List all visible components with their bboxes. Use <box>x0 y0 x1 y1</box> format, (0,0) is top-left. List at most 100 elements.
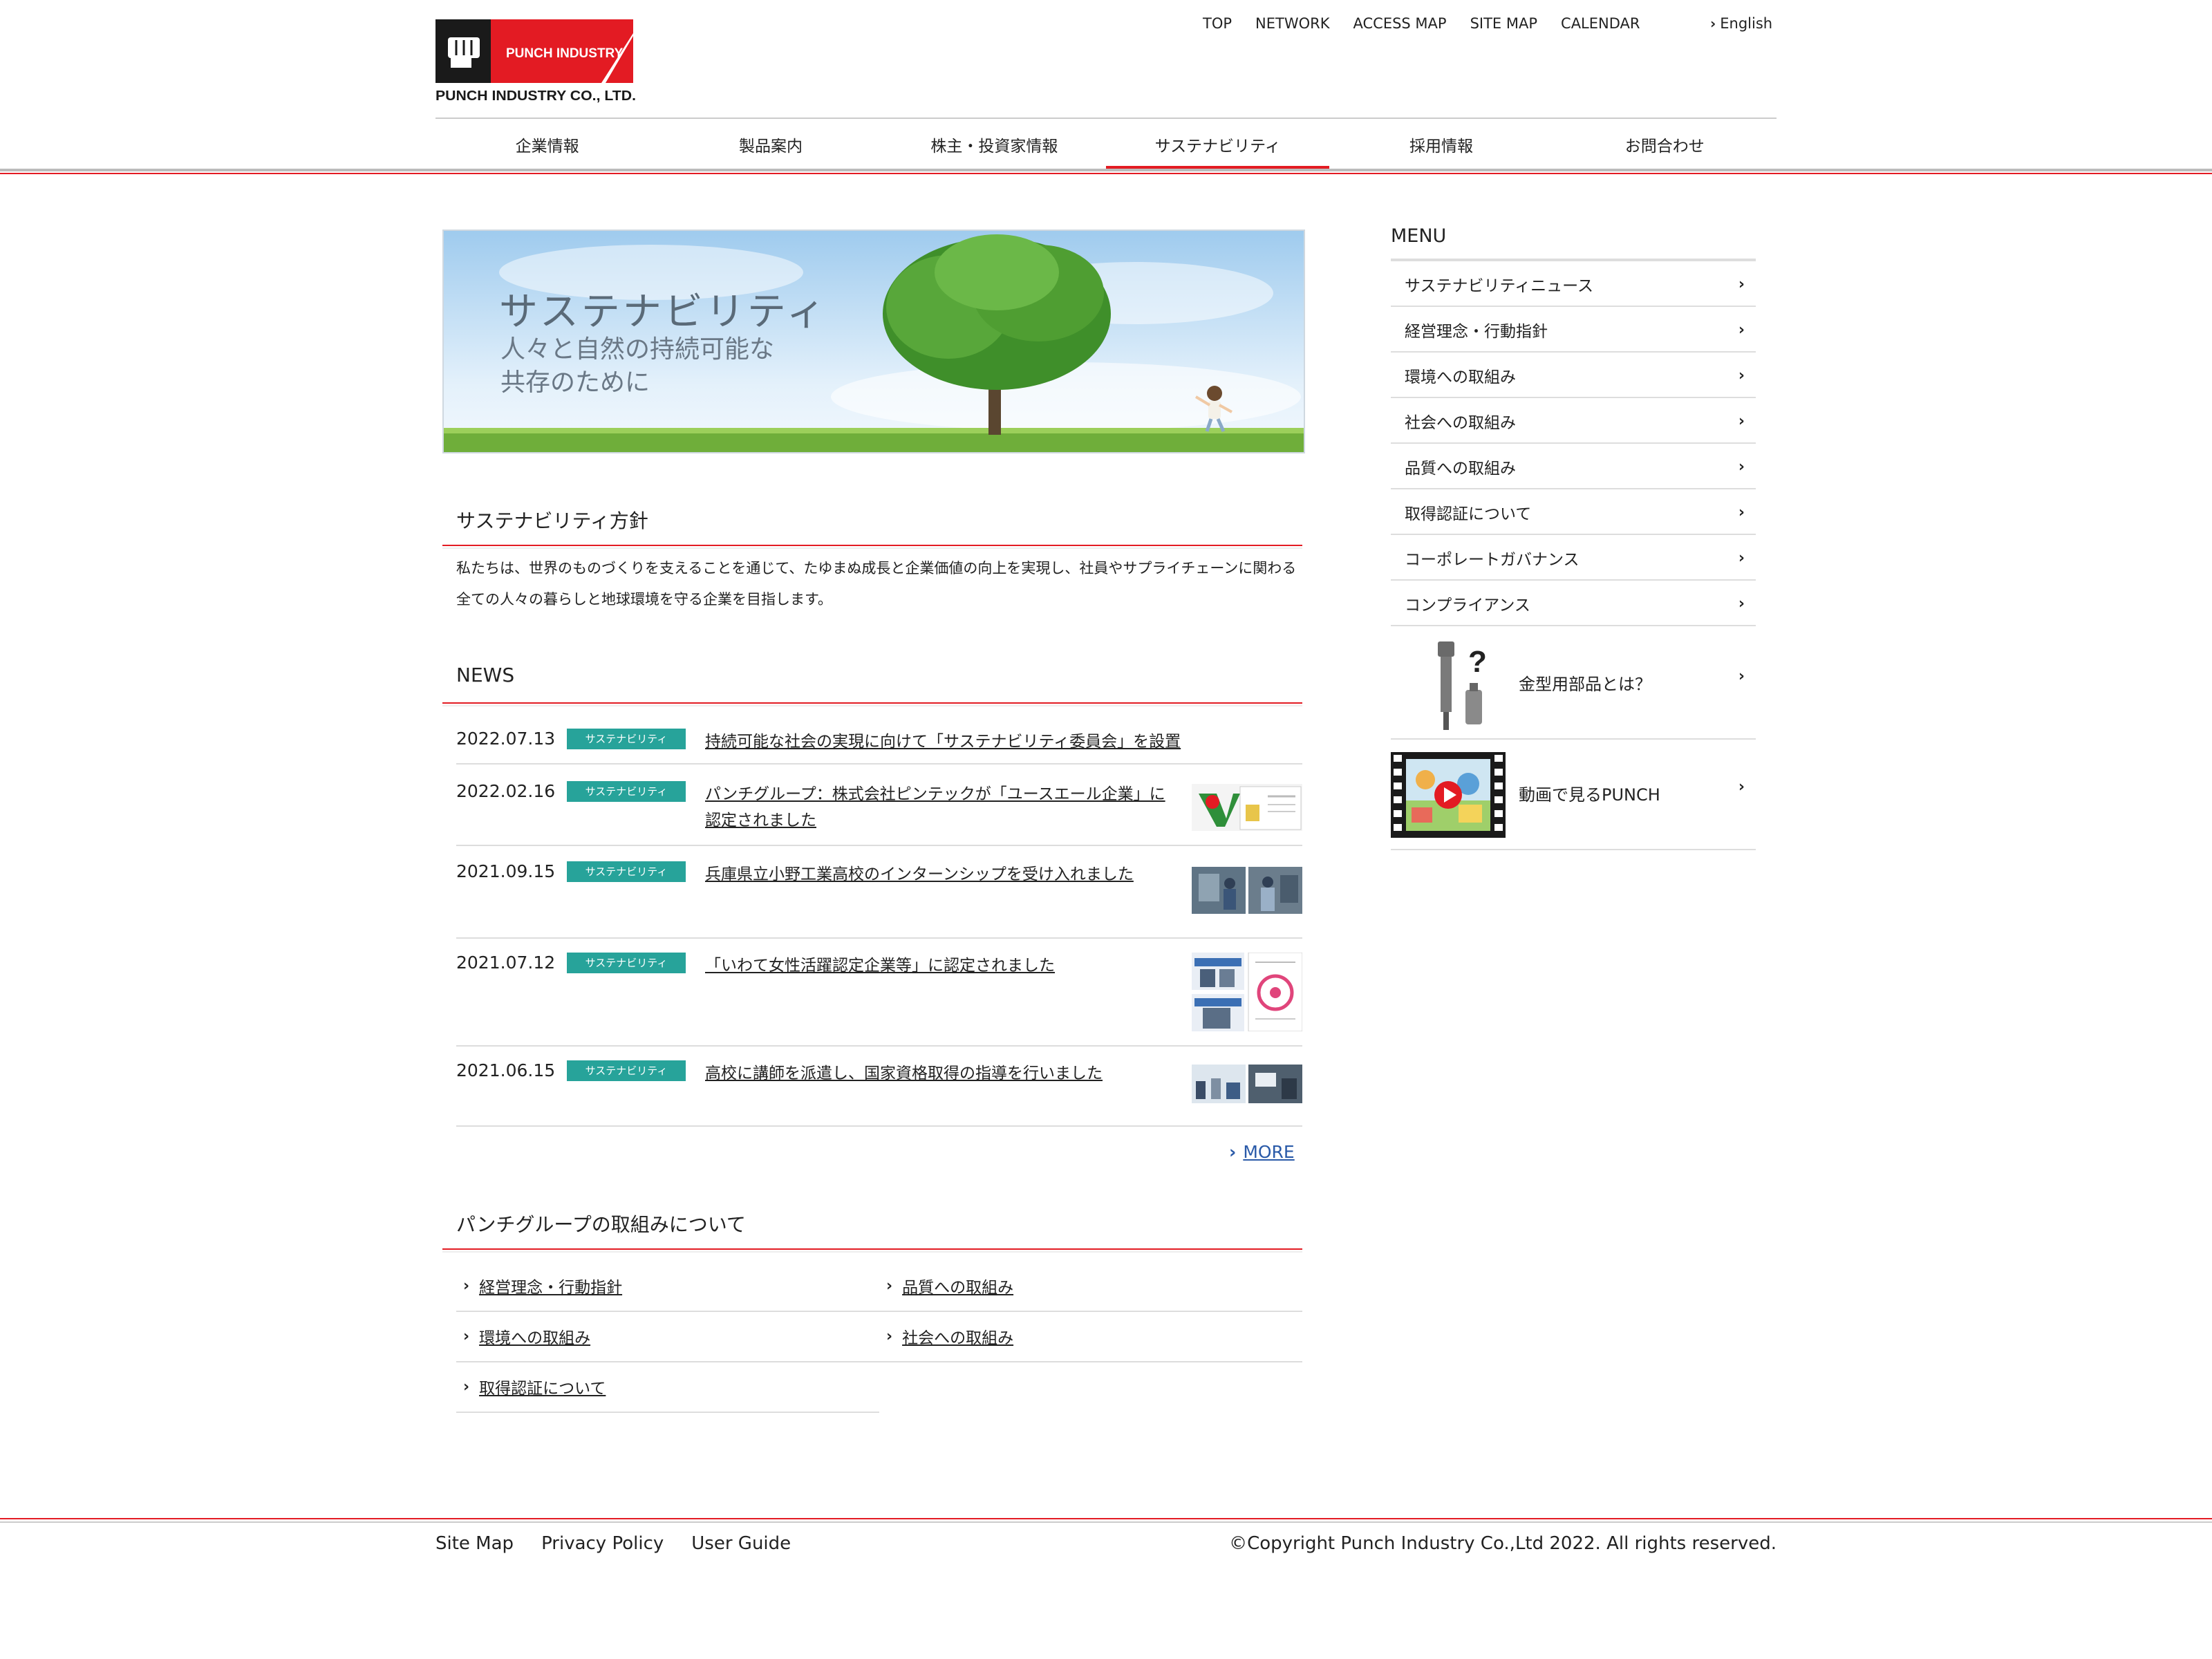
utility-nav: TOP NETWORK ACCESS MAP SITE MAP CALENDAR <box>1203 15 1640 32</box>
footer-site-map-link[interactable]: Site Map <box>435 1533 514 1554</box>
news-divider <box>456 937 1302 939</box>
news-date: 2021.07.12 <box>456 953 556 973</box>
nav-sustainability[interactable]: サステナビリティ <box>1105 119 1330 171</box>
nav-contact[interactable]: お問合わせ <box>1553 119 1777 170</box>
chevron-right-icon: › <box>1738 778 1745 796</box>
nav-bottom-accent <box>0 173 2212 174</box>
sidebar-item-label: 品質への取組み <box>1405 460 1516 478</box>
network-link[interactable]: NETWORK <box>1255 15 1329 32</box>
group-link-label: 品質への取組み <box>902 1279 1014 1297</box>
chevron-right-icon: › <box>1229 1142 1237 1162</box>
footer-accent-line <box>0 1518 2212 1519</box>
svg-text:?: ? <box>1468 645 1487 679</box>
hero-title: サステナビリティ <box>499 290 828 335</box>
nav-recruit[interactable]: 採用情報 <box>1329 119 1553 170</box>
chevron-right-icon: › <box>886 1277 893 1295</box>
main-nav: 企業情報 製品案内 株主・投資家情報 サステナビリティ 採用情報 お問合わせ <box>435 119 1777 171</box>
nav-investors[interactable]: 株主・投資家情報 <box>883 119 1106 170</box>
logo-bottom-text: PUNCH INDUSTRY CO., LTD. <box>435 88 636 104</box>
nav-products[interactable]: 製品案内 <box>659 119 882 170</box>
more-link[interactable]: › MORE <box>1229 1142 1295 1162</box>
sidebar-item-society[interactable]: 社会への取組み › <box>1391 400 1756 444</box>
news-date: 2021.09.15 <box>456 861 556 881</box>
news-date: 2022.02.16 <box>456 781 556 801</box>
sidebar-menu-heading: MENU <box>1391 225 1447 247</box>
chevron-right-icon: › <box>1738 549 1745 567</box>
sidebar-item-label: コーポレートガバナンス <box>1405 551 1580 569</box>
logo-top-text: PUNCH INDUSTRY <box>506 46 624 61</box>
sidebar-card-die-parts[interactable]: ? 金型用部品とは？ › <box>1391 629 1756 740</box>
news-thumbnail[interactable] <box>1192 784 1302 835</box>
english-label: English <box>1720 15 1773 32</box>
news-title-link[interactable]: 「いわて女性活躍認定企業等」に認定されました <box>705 953 1175 979</box>
news-thumbnail[interactable] <box>1192 1065 1302 1107</box>
group-link-quality[interactable]: › 品質への取組み <box>879 1261 1302 1312</box>
group-link-label: 社会への取組み <box>902 1329 1014 1347</box>
more-label: MORE <box>1243 1142 1295 1162</box>
chevron-right-icon: › <box>1710 15 1716 32</box>
group-link-label: 環境への取組み <box>479 1329 591 1347</box>
policy-heading-underline <box>442 545 1302 549</box>
group-heading: パンチグループの取組みについて <box>456 1213 746 1236</box>
sidebar-item-label: 環境への取組み <box>1405 368 1516 386</box>
sidebar-card-video[interactable]: 動画で見るPUNCH › <box>1391 740 1756 850</box>
sidebar-item-label: 取得認証について <box>1405 505 1532 523</box>
news-divider <box>456 763 1302 765</box>
calendar-link[interactable]: CALENDAR <box>1561 15 1640 32</box>
news-thumbnail[interactable] <box>1192 952 1303 1035</box>
sidebar-item-label: 社会への取組み <box>1405 414 1516 432</box>
news-date: 2021.06.15 <box>456 1060 556 1080</box>
sidebar-item-label: 経営理念・行動指針 <box>1405 323 1548 341</box>
sidebar-card-label: 動画で見るPUNCH <box>1519 785 1660 805</box>
chevron-right-icon: › <box>886 1327 893 1345</box>
footer-privacy-policy-link[interactable]: Privacy Policy <box>541 1533 664 1554</box>
sidebar-item-news[interactable]: サステナビリティニュース › <box>1391 263 1756 307</box>
nav-bottom-border <box>0 169 2212 171</box>
news-divider <box>456 1045 1302 1047</box>
group-link-certification[interactable]: › 取得認証について <box>456 1362 879 1413</box>
category-badge: サステナビリティ <box>567 1060 686 1081</box>
group-link-environment[interactable]: › 環境への取組み <box>456 1311 879 1362</box>
sidebar-card-label: 金型用部品とは？ <box>1519 675 1651 694</box>
policy-text: 私たちは、世界のものづくりを支えることを通じて、たゆまぬ成長と企業価値の向上を実… <box>456 560 1297 608</box>
category-badge: サステナビリティ <box>567 781 686 802</box>
sidebar-item-label: コンプライアンス <box>1405 597 1530 615</box>
site-map-link[interactable]: SITE MAP <box>1470 15 1537 32</box>
hero-subtitle-line1: 人々と自然の持続可能な <box>500 335 775 364</box>
hero-subtitle-line2: 共存のために <box>500 368 650 397</box>
chevron-right-icon: › <box>463 1327 470 1345</box>
chevron-right-icon: › <box>463 1378 470 1396</box>
group-link-philosophy[interactable]: › 経営理念・行動指針 <box>456 1261 879 1312</box>
news-title-link[interactable]: パンチグループ：株式会社ピンテックが「ユースエール企業」に認定されました <box>705 781 1168 834</box>
news-title-link[interactable]: 高校に講師を派遣し、国家資格取得の指導を行いました <box>705 1060 1175 1087</box>
sidebar-item-label: サステナビリティニュース <box>1405 277 1594 295</box>
sidebar-item-quality[interactable]: 品質への取組み › <box>1391 445 1756 489</box>
chevron-right-icon: › <box>1738 321 1745 339</box>
chevron-right-icon: › <box>1738 275 1745 293</box>
sidebar-item-compliance[interactable]: コンプライアンス › <box>1391 582 1756 626</box>
news-thumbnail[interactable] <box>1192 867 1302 918</box>
video-film-icon <box>1391 752 1506 838</box>
news-title-link[interactable]: 持続可能な社会の実現に向けて「サステナビリティ委員会」を設置 <box>705 729 1230 755</box>
top-link[interactable]: TOP <box>1203 15 1232 32</box>
category-badge: サステナビリティ <box>567 729 686 749</box>
hero-subtitle: 人々と自然の持続可能な 共存のために <box>500 333 774 400</box>
company-logo[interactable]: PUNCH INDUSTRY PUNCH INDUSTRY CO., LTD. <box>435 19 636 104</box>
category-badge: サステナビリティ <box>567 953 686 973</box>
nav-company-info[interactable]: 企業情報 <box>435 119 659 170</box>
category-badge: サステナビリティ <box>567 861 686 882</box>
sidebar-item-governance[interactable]: コーポレートガバナンス › <box>1391 536 1756 581</box>
chevron-right-icon: › <box>1738 458 1745 476</box>
footer-user-guide-link[interactable]: User Guide <box>691 1533 791 1554</box>
news-title-link[interactable]: 兵庫県立小野工業高校のインターンシップを受け入れました <box>705 861 1175 888</box>
footer-links: Site Map Privacy Policy User Guide <box>435 1533 791 1554</box>
news-divider <box>456 1125 1302 1127</box>
english-link[interactable]: › English <box>1710 15 1772 32</box>
sidebar-item-philosophy[interactable]: 経営理念・行動指針 › <box>1391 308 1756 353</box>
group-link-society[interactable]: › 社会への取組み <box>879 1311 1302 1362</box>
sidebar-menu-divider <box>1391 259 1756 261</box>
access-map-link[interactable]: ACCESS MAP <box>1353 15 1447 32</box>
footer-divider <box>0 1521 2212 1523</box>
sidebar-item-environment[interactable]: 環境への取組み › <box>1391 354 1756 398</box>
sidebar-item-certification[interactable]: 取得認証について › <box>1391 491 1756 535</box>
